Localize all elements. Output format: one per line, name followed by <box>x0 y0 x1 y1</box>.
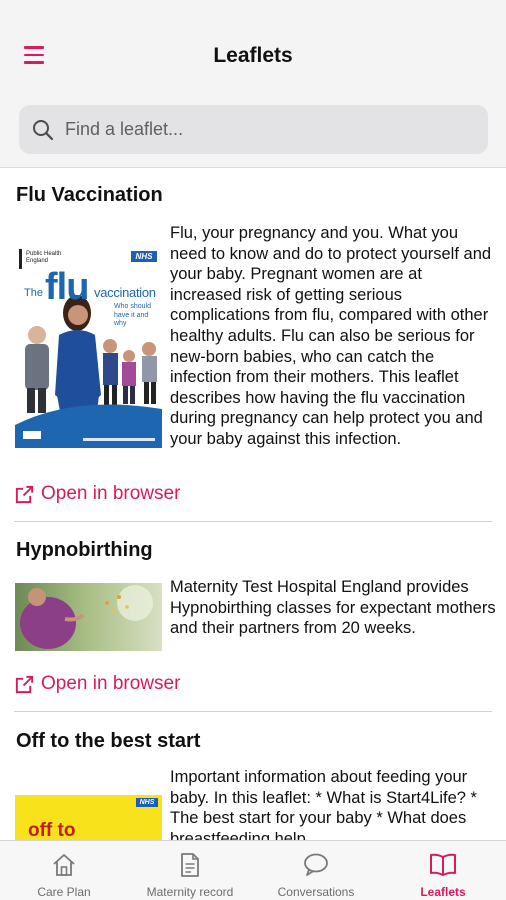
thumb-flu-label: flu <box>45 266 89 308</box>
tab-label: Maternity record <box>146 885 234 899</box>
thumb-subtitle: Who should have it and why <box>114 303 151 327</box>
leaflet-thumbnail[interactable]: NHS off to <box>15 795 162 840</box>
nhs-badge: NHS <box>135 252 153 261</box>
tab-conversations[interactable]: Conversations <box>253 841 379 900</box>
search-bar[interactable] <box>19 105 488 154</box>
page-title: Leaflets <box>213 44 293 67</box>
leaflet-title: Off to the best start <box>16 730 201 752</box>
chat-bubble-icon <box>304 853 328 876</box>
open-book-icon <box>430 853 456 876</box>
tab-label: Care Plan <box>37 885 91 899</box>
document-icon <box>181 853 199 877</box>
external-link-icon <box>15 485 34 503</box>
open-in-browser-link[interactable]: Open in browser <box>14 482 180 506</box>
app-header: Leaflets <box>0 0 506 168</box>
tab-label: Conversations <box>277 885 355 899</box>
home-icon <box>53 854 75 876</box>
leaflet-description: Flu, your pregnancy and you. What you ne… <box>170 224 492 448</box>
tab-maternity-record[interactable]: Maternity record <box>127 841 253 900</box>
bottom-tab-bar: Care Plan Maternity record Conversations… <box>0 840 506 900</box>
search-icon <box>33 120 54 141</box>
tab-label: Leaflets <box>420 885 466 899</box>
divider <box>14 711 492 712</box>
leaflet-title: Flu Vaccination <box>16 184 163 206</box>
thumb-org-label: Public Health England <box>26 251 62 264</box>
open-in-browser-link[interactable]: Open in browser <box>14 672 180 696</box>
leaflet-title: Hypnobirthing <box>16 539 153 561</box>
leaflet-description: Maternity Test Hospital England provides… <box>170 578 496 638</box>
leaflet-description: Important information about feeding your… <box>170 768 477 840</box>
open-in-browser-label: Open in browser <box>41 483 181 504</box>
leaflet-list[interactable]: Flu Vaccination Public Health England NH… <box>0 169 506 840</box>
tab-leaflets[interactable]: Leaflets <box>380 841 506 900</box>
thumb-the-label: The <box>24 287 43 299</box>
leaflet-thumbnail[interactable] <box>15 583 162 651</box>
tab-care-plan[interactable]: Care Plan <box>1 841 127 900</box>
nhs-badge: NHS <box>136 798 158 807</box>
external-link-icon <box>15 675 34 693</box>
divider <box>14 521 492 522</box>
open-in-browser-label: Open in browser <box>41 673 181 694</box>
thumb-text: off to <box>28 820 76 840</box>
search-input[interactable] <box>65 111 465 148</box>
thumb-vaccination-label: vaccination <box>94 285 156 300</box>
leaflet-thumbnail[interactable]: Public Health England NHS The flu vaccin… <box>15 245 162 448</box>
